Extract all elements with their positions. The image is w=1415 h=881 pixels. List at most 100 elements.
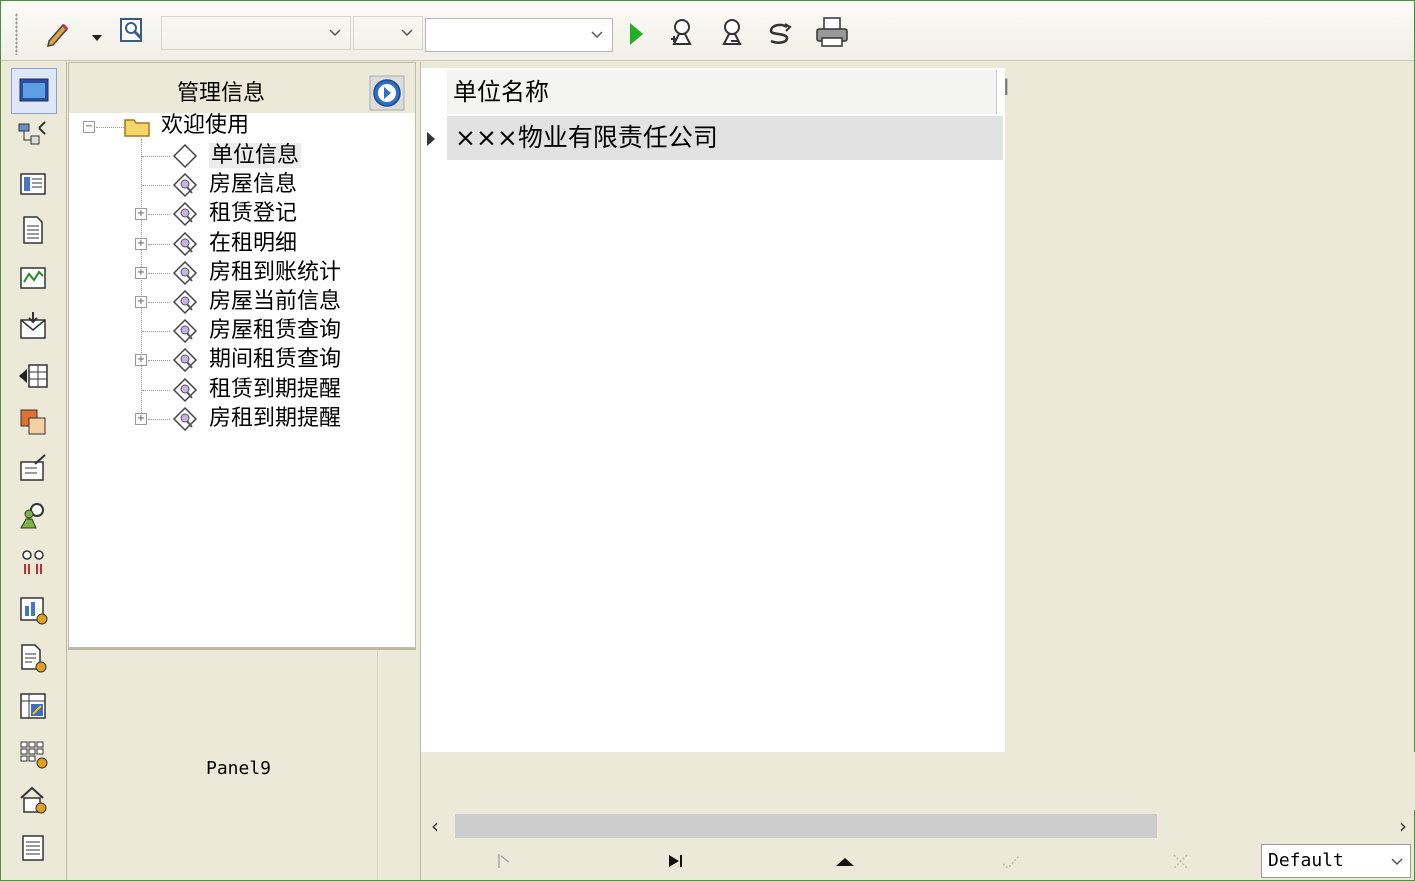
connection-icon[interactable] bbox=[17, 546, 49, 578]
grid-body bbox=[421, 68, 1005, 752]
panel9: Panel9 bbox=[68, 648, 416, 880]
tree-item-icon bbox=[172, 260, 198, 285]
tree-item-icon bbox=[172, 289, 198, 315]
tree-root-label: 欢迎使用 bbox=[161, 113, 250, 138]
envelope-icon[interactable] bbox=[17, 310, 49, 342]
tree-expand-toggle[interactable]: + bbox=[135, 412, 147, 425]
tree-item-label: 期间租赁查询 bbox=[209, 347, 342, 373]
up-icon[interactable] bbox=[833, 850, 857, 872]
chevron-down-icon bbox=[1391, 858, 1403, 866]
tree-item[interactable]: 租赁到期提醒 bbox=[209, 376, 341, 404]
data-grid: 单位名称 I ×××物业有限责任公司 ‹ › Default bbox=[420, 62, 1415, 880]
table-row[interactable]: ×××物业有限责任公司 bbox=[447, 116, 1003, 160]
chart-monitor-icon[interactable] bbox=[17, 262, 49, 294]
tree-item[interactable]: 租赁登记 bbox=[209, 200, 297, 228]
cell-unit-name[interactable]: ×××物业有限责任公司 bbox=[455, 123, 718, 152]
run-icon[interactable] bbox=[621, 19, 651, 49]
tree-panel-title: 管理信息 bbox=[177, 81, 266, 106]
document-gear-icon[interactable] bbox=[17, 642, 49, 674]
user-search-icon[interactable] bbox=[17, 500, 49, 532]
tree-root[interactable]: 欢迎使用 bbox=[161, 112, 249, 140]
scroll-left-icon[interactable]: ‹ bbox=[431, 814, 439, 838]
tree-item-label: 房租到账统计 bbox=[209, 259, 342, 285]
tree-expand-toggle[interactable]: + bbox=[135, 354, 147, 367]
tree-expand-toggle[interactable]: + bbox=[135, 237, 147, 250]
keypad-icon[interactable] bbox=[17, 738, 49, 770]
refresh-icon[interactable] bbox=[765, 19, 795, 49]
record-navigator: Default bbox=[421, 842, 1415, 880]
tree-panel: 管理信息 − 欢迎使用 单位信息房屋信息 + 租赁登记 + 在租明细 + 房租到账统计 + 房屋… bbox=[68, 62, 416, 648]
module-iconbar bbox=[1, 62, 67, 880]
scroll-right-icon[interactable]: › bbox=[1399, 814, 1407, 838]
toolbar-combo-1[interactable] bbox=[161, 16, 351, 50]
list-card-icon[interactable] bbox=[17, 168, 49, 200]
tree-item[interactable]: 房屋信息 bbox=[209, 171, 297, 199]
zoom-out-icon[interactable] bbox=[717, 17, 747, 47]
folder-icon bbox=[124, 119, 150, 137]
collapse-panel-icon[interactable] bbox=[369, 75, 405, 111]
layout-select[interactable]: Default bbox=[1261, 844, 1411, 878]
table-export-icon[interactable] bbox=[17, 690, 49, 722]
notes-icon[interactable] bbox=[17, 832, 49, 864]
house-gear-icon[interactable] bbox=[17, 784, 49, 816]
column-header-2[interactable]: I bbox=[1003, 76, 1010, 101]
toolbar-combo-3[interactable] bbox=[425, 18, 613, 52]
tiles-icon[interactable] bbox=[17, 406, 49, 438]
tree-expand-toggle[interactable]: + bbox=[135, 266, 147, 279]
grid-header: 单位名称 I bbox=[447, 70, 1415, 114]
first-record-icon[interactable] bbox=[495, 850, 519, 872]
dropdown-arrow-icon[interactable] bbox=[87, 23, 107, 53]
scrollbar-thumb[interactable] bbox=[455, 814, 1157, 838]
horizontal-scrollbar[interactable]: ‹ › bbox=[427, 812, 1413, 840]
last-record-icon[interactable] bbox=[665, 850, 689, 872]
tree-item-icon bbox=[172, 173, 198, 198]
toolbar-combo-2[interactable] bbox=[353, 16, 423, 50]
preview-icon[interactable] bbox=[117, 15, 147, 45]
tree-item-icon bbox=[172, 377, 198, 402]
column-header-unit-name[interactable]: 单位名称 bbox=[447, 70, 997, 114]
hierarchy-icon[interactable] bbox=[17, 118, 49, 150]
tree-item[interactable]: 房屋当前信息 bbox=[209, 288, 341, 316]
tree-item-label: 房租到期提醒 bbox=[209, 405, 342, 431]
tree-item[interactable]: 房屋租赁查询 bbox=[209, 317, 341, 345]
tree-collapse-toggle[interactable]: − bbox=[83, 121, 95, 133]
tree-item-icon bbox=[172, 231, 198, 256]
tree-item-label: 房屋租赁查询 bbox=[209, 318, 342, 344]
toolbar bbox=[1, 1, 1414, 61]
tree-item[interactable]: 单位信息 bbox=[209, 142, 302, 170]
cancel-icon[interactable] bbox=[1169, 850, 1193, 872]
tree-item-label: 租赁登记 bbox=[209, 201, 298, 227]
post-icon[interactable] bbox=[999, 850, 1023, 872]
document-icon[interactable] bbox=[17, 214, 49, 246]
row-indicator-icon bbox=[427, 132, 435, 146]
form-edit-icon[interactable] bbox=[17, 452, 49, 484]
grid-arrow-icon[interactable] bbox=[17, 360, 49, 392]
tree-item-icon bbox=[172, 319, 198, 344]
zoom-in-icon[interactable] bbox=[667, 17, 697, 47]
tree-expand-toggle[interactable]: + bbox=[135, 208, 147, 221]
tree-expand-toggle[interactable]: + bbox=[135, 296, 147, 308]
panel9-label: Panel9 bbox=[206, 758, 272, 779]
tree-item-label: 在租明细 bbox=[209, 230, 298, 256]
tree-item[interactable]: 期间租赁查询 bbox=[209, 346, 341, 374]
toolbar-grip[interactable] bbox=[15, 13, 18, 55]
tree-item[interactable]: 在租明细 bbox=[209, 230, 297, 258]
tree-item-icon bbox=[172, 143, 198, 169]
pencil-icon[interactable] bbox=[43, 18, 73, 48]
tree-item[interactable]: 房租到期提醒 bbox=[209, 405, 341, 433]
tree-item[interactable]: 房租到账统计 bbox=[209, 259, 341, 287]
window-icon[interactable] bbox=[11, 68, 57, 114]
tree-item-icon bbox=[172, 348, 198, 373]
tree-item-label: 房屋当前信息 bbox=[209, 289, 342, 314]
chevron-down-icon bbox=[329, 29, 341, 37]
tree-panel-header: 管理信息 bbox=[69, 63, 415, 113]
layout-select-value: Default bbox=[1268, 850, 1344, 871]
report-icon[interactable] bbox=[17, 594, 49, 626]
grid-footer bbox=[445, 752, 1415, 810]
print-icon[interactable] bbox=[813, 17, 851, 47]
tree-item-label: 单位信息 bbox=[209, 143, 302, 168]
chevron-down-icon bbox=[401, 29, 413, 37]
tree-item-label: 租赁到期提醒 bbox=[209, 376, 342, 402]
tree-item-icon bbox=[172, 406, 198, 431]
chevron-down-icon bbox=[591, 31, 603, 39]
